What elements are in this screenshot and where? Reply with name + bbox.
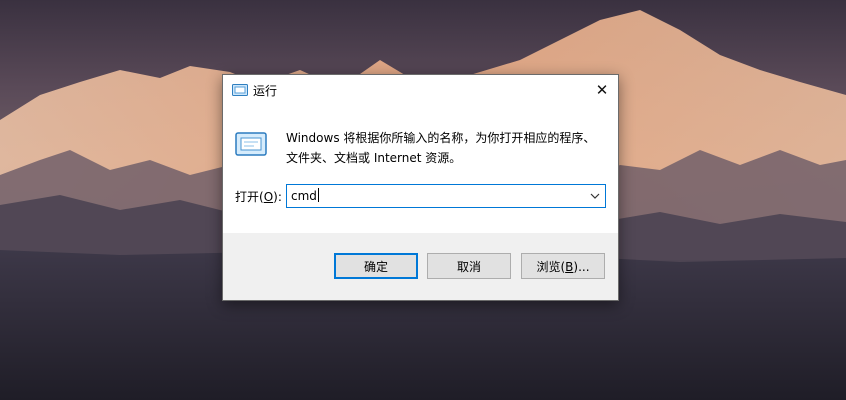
dialog-description: Windows 将根据你所输入的名称，为你打开相应的程序、 文件夹、文档或 In… [286,128,606,168]
cancel-button[interactable]: 取消 [427,253,511,279]
description-line-1: Windows 将根据你所输入的名称，为你打开相应的程序、 [286,131,596,145]
cancel-button-label: 取消 [456,259,481,274]
open-combobox[interactable]: cmd [286,184,606,208]
desktop-wallpaper: 运行 ✕ Windows 将根据你所输入的名称，为你打开相应的程序、 文件夹、文… [0,0,846,400]
open-label-accesskey: O [263,190,274,204]
browse-button[interactable]: 浏览(B)... [521,253,605,279]
dropdown-button[interactable] [585,185,605,207]
browse-label-suffix: )... [573,259,590,274]
open-input-value: cmd [291,189,317,203]
run-dialog: 运行 ✕ Windows 将根据你所输入的名称，为你打开相应的程序、 文件夹、文… [222,74,619,301]
close-button[interactable]: ✕ [586,75,618,105]
close-icon: ✕ [595,81,609,99]
dialog-title: 运行 [253,84,278,98]
run-icon [232,84,248,96]
open-label-prefix: 打开( [235,190,264,204]
open-label-suffix: ): [273,190,282,204]
run-program-icon [235,132,267,156]
text-caret [317,188,319,202]
browse-label-prefix: 浏览( [536,259,566,274]
description-line-2: 文件夹、文档或 Internet 资源。 [286,151,462,165]
open-label: 打开(O): [235,188,282,205]
open-input[interactable]: cmd [291,188,319,203]
button-bar: 确定 取消 浏览(B)... [223,233,618,300]
chevron-down-icon [590,193,600,199]
browse-button-label: 浏览(B)... [536,258,589,275]
title-bar[interactable]: 运行 ✕ [223,75,618,105]
ok-button-label: 确定 [363,259,388,274]
ok-button[interactable]: 确定 [334,253,418,279]
